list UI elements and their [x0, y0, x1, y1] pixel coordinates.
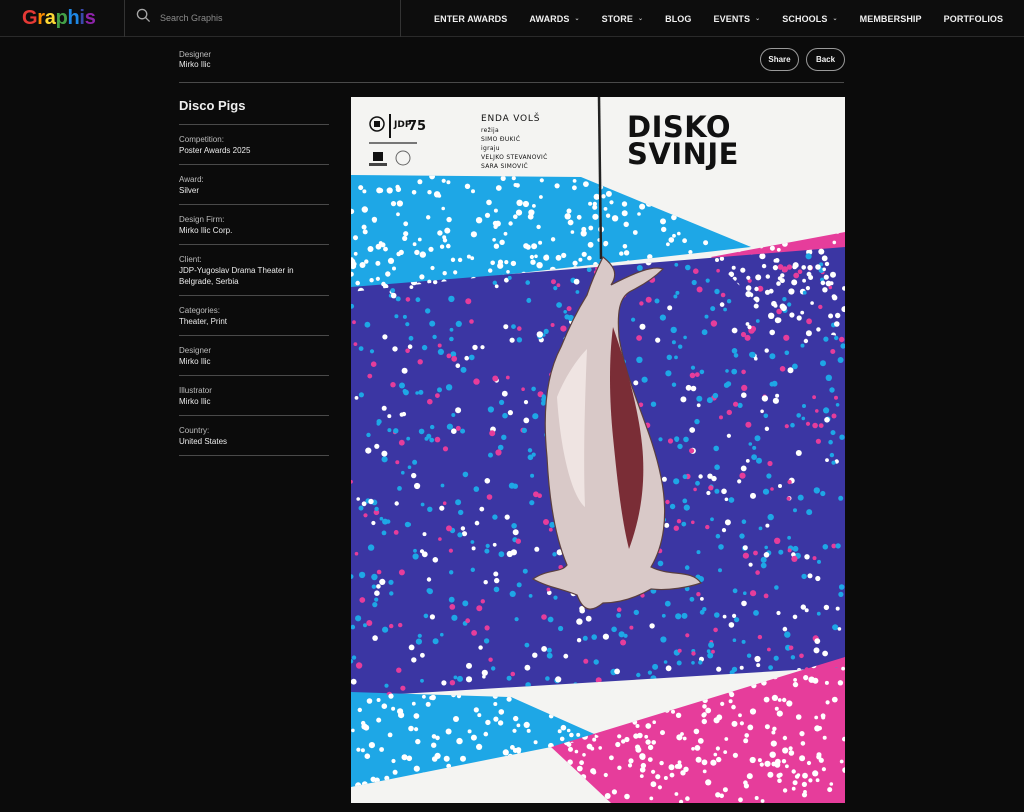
credit-line: SIMO ĐUKIĆ — [481, 136, 521, 143]
detail-divider — [179, 455, 329, 456]
nav-item-awards[interactable]: AWARDS ⌄ — [529, 14, 579, 24]
poster-author: ENDA VOLŠ — [481, 114, 541, 124]
nav-item-label: MEMBERSHIP — [859, 13, 922, 24]
detail-label: Competition: — [179, 135, 224, 144]
detail-divider — [179, 244, 329, 245]
nav-item-label: EVENTS — [713, 13, 751, 24]
back-button[interactable]: Back — [806, 48, 845, 71]
top-navigation-bar: Graphis ENTER AWARDS AWARDS ⌄ STORE ⌄ BLOG EVE… — [0, 0, 1024, 37]
logo-letter: h — [67, 7, 80, 29]
logo-letter: s — [84, 7, 96, 29]
detail-value: Silver — [179, 186, 200, 195]
nav-divider — [400, 0, 401, 37]
logo-letter: a — [44, 7, 56, 29]
chevron-down-icon: ⌄ — [832, 16, 838, 22]
svg-text:75: 75 — [408, 119, 426, 134]
header-divider — [179, 82, 844, 83]
share-button[interactable]: Share — [760, 48, 799, 71]
poster-artwork: JDP 75 — [351, 97, 845, 803]
logo-letter: G — [22, 7, 38, 29]
chevron-down-icon: ⌄ — [637, 16, 644, 22]
search-icon[interactable] — [136, 8, 151, 28]
detail-divider — [179, 204, 329, 205]
nav-item-membership[interactable]: MEMBERSHIP — [860, 14, 922, 24]
detail-value: JDP-Yugoslav Drama Theater in Belgrade, … — [179, 266, 294, 286]
search-bar[interactable] — [136, 8, 380, 28]
detail-label: Client: — [179, 255, 202, 264]
graphis-logo[interactable]: Graphis — [22, 6, 96, 30]
designer-value: Mirko Ilic — [179, 60, 211, 69]
detail-label: Illustrator — [179, 386, 212, 395]
detail-divider — [179, 375, 329, 376]
detail-value: United States — [179, 437, 228, 446]
nav-item-portfolios[interactable]: PORTFOLIOS — [944, 14, 1004, 24]
credit-line: režija — [481, 127, 499, 134]
logo-letter: p — [55, 7, 68, 29]
detail-divider — [179, 124, 329, 125]
poster-title-line: SVINJE — [627, 137, 739, 171]
detail-label: Design Firm: — [179, 215, 225, 224]
detail-value: Mirko Ilic — [179, 357, 211, 366]
nav-item-label: ENTER AWARDS — [434, 13, 508, 24]
search-input[interactable] — [160, 13, 380, 23]
nav-item-label: SCHOOLS — [782, 13, 828, 24]
detail-label: Country: — [179, 426, 210, 435]
detail-divider — [179, 295, 329, 296]
credit-line: SARA SIMOVIĆ — [481, 163, 528, 170]
detail-label: Designer — [179, 346, 212, 355]
detail-value: Poster Awards 2025 — [179, 146, 251, 155]
detail-value: Mirko Ilic — [179, 397, 211, 406]
credit-line: igraju — [481, 145, 500, 152]
logo-letter: r — [37, 7, 45, 29]
detail-divider — [179, 335, 329, 336]
detail-value: Mirko Ilic Corp. — [179, 226, 233, 235]
poster-image[interactable]: JDP 75 ENDA VOLŠ režija SIMO ĐUKIĆ igraj… — [351, 97, 845, 803]
detail-label: Categories: — [179, 306, 220, 315]
chevron-down-icon: ⌄ — [574, 16, 580, 22]
chevron-down-icon: ⌄ — [755, 16, 761, 22]
detail-divider — [179, 164, 329, 165]
nav-item-store[interactable]: STORE ⌄ — [602, 14, 643, 24]
nav-item-schools[interactable]: SCHOOLS ⌄ — [782, 14, 837, 24]
nav-item-label: STORE — [601, 13, 633, 24]
nav-item-blog[interactable]: BLOG — [665, 14, 691, 24]
designer-label: Designer — [179, 50, 212, 59]
detail-divider — [179, 415, 329, 416]
credit-line: VELJKO STEVANOVIĆ — [481, 154, 548, 161]
nav-item-events[interactable]: EVENTS ⌄ — [714, 14, 761, 24]
poster-title: DISKO SVINJE — [627, 113, 739, 171]
poster-credits: ENDA VOLŠ režija SIMO ĐUKIĆ igraju VELJK… — [481, 115, 548, 171]
entry-title: Disco Pigs — [179, 98, 246, 113]
detail-value: Theater, Print — [179, 317, 228, 326]
detail-label: Award: — [179, 175, 204, 184]
nav-divider — [124, 0, 125, 37]
nav-item-enter-awards[interactable]: ENTER AWARDS — [434, 14, 507, 24]
nav-item-label: AWARDS — [529, 13, 570, 24]
main-nav: ENTER AWARDS AWARDS ⌄ STORE ⌄ BLOG EVENTS ⌄ SCHO… — [434, 0, 1003, 37]
nav-item-label: PORTFOLIOS — [943, 13, 1004, 24]
nav-item-label: BLOG — [665, 13, 692, 24]
